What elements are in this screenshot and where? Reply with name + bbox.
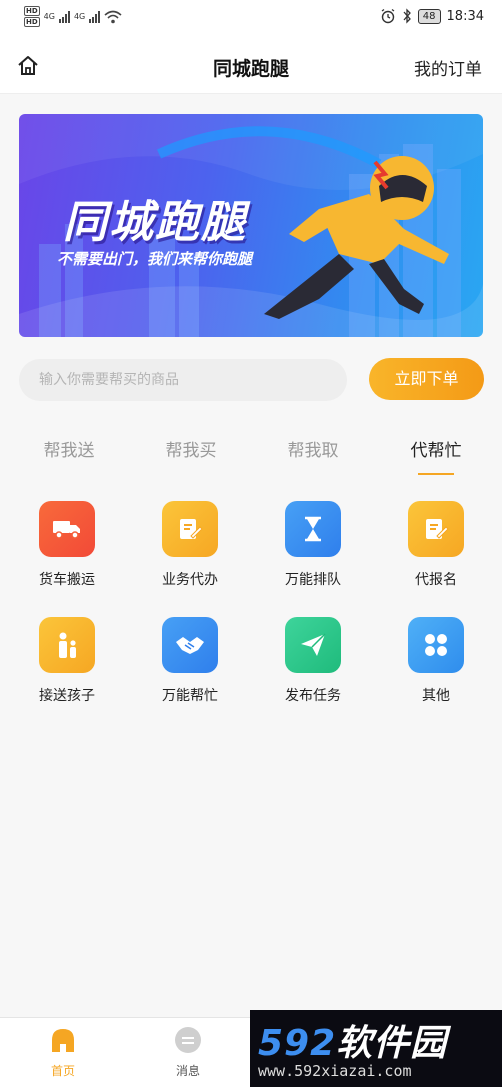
service-label: 其他 bbox=[422, 688, 450, 704]
search-box bbox=[19, 359, 347, 401]
tab-deliver[interactable]: 帮我送 bbox=[14, 436, 124, 461]
search-input[interactable] bbox=[19, 359, 347, 401]
tab-pickup[interactable]: 帮我取 bbox=[258, 436, 368, 461]
network-label-1: 4G bbox=[43, 12, 55, 21]
tab-help[interactable]: 代帮忙 bbox=[381, 436, 491, 461]
watermark-logo: 592软件园 www.592xiazai.com bbox=[250, 1010, 502, 1087]
signal-icon bbox=[58, 10, 70, 23]
tabbar-home-label: 首页 bbox=[50, 1064, 75, 1078]
watermark-text: 软件园 bbox=[336, 1023, 448, 1064]
tab-buy[interactable]: 帮我买 bbox=[136, 436, 246, 461]
service-label: 万能帮忙 bbox=[162, 688, 218, 704]
service-queue[interactable]: 万能排队 bbox=[258, 501, 368, 589]
service-help[interactable]: 万能帮忙 bbox=[135, 617, 245, 705]
tabbar-home[interactable]: 首页 bbox=[23, 1026, 103, 1079]
my-orders-link[interactable]: 我的订单 bbox=[414, 55, 482, 80]
service-label: 业务代办 bbox=[162, 572, 218, 588]
signup-icon bbox=[408, 501, 464, 557]
tabbar-messages-label: 消息 bbox=[175, 1064, 200, 1078]
banner-subtitle: 不需要出门，我们来帮你跑腿 bbox=[57, 250, 253, 268]
service-signup[interactable]: 代报名 bbox=[381, 501, 491, 589]
home-tab-icon bbox=[52, 1029, 74, 1052]
nav-bar: 同城跑腿 我的订单 bbox=[0, 36, 502, 94]
watermark-number: 592 bbox=[258, 1023, 337, 1064]
status-time: 18:34 bbox=[446, 8, 484, 24]
service-label: 接送孩子 bbox=[39, 688, 95, 704]
hd-label-2: HD bbox=[24, 17, 40, 27]
service-label: 代报名 bbox=[415, 572, 457, 588]
status-right: 48 18:34 bbox=[380, 8, 484, 24]
category-tabs: 帮我送 帮我买 帮我取 代帮忙 bbox=[0, 436, 502, 475]
promo-banner[interactable]: 同城跑腿 不需要出门，我们来帮你跑腿 bbox=[19, 114, 483, 337]
service-label: 货车搬运 bbox=[39, 572, 95, 588]
banner-title: 同城跑腿 bbox=[63, 197, 247, 248]
tabbar-messages[interactable]: 消息 bbox=[148, 1026, 228, 1079]
network-label-2: 4G bbox=[73, 12, 86, 21]
handshake-icon bbox=[162, 617, 218, 673]
watermark-brand: 592软件园 bbox=[258, 1014, 447, 1066]
service-label: 万能排队 bbox=[285, 572, 341, 588]
active-tab-indicator bbox=[418, 473, 454, 475]
hd-indicators: HD HD bbox=[24, 6, 40, 27]
hd-label-1: HD bbox=[24, 6, 40, 16]
signal-icon-2 bbox=[89, 10, 101, 23]
watermark-url: www.592xiazai.com bbox=[258, 1062, 412, 1080]
service-publish[interactable]: 发布任务 bbox=[258, 617, 368, 705]
service-kids[interactable]: 接送孩子 bbox=[12, 617, 122, 705]
bluetooth-icon bbox=[403, 8, 411, 24]
truck-icon bbox=[39, 501, 95, 557]
status-left: HD HD 4G 4G bbox=[24, 6, 122, 27]
service-other[interactable]: 其他 bbox=[381, 617, 491, 705]
grid-dots-icon bbox=[408, 617, 464, 673]
wifi-icon bbox=[104, 10, 122, 23]
service-label: 发布任务 bbox=[285, 688, 341, 704]
service-business[interactable]: 业务代办 bbox=[135, 501, 245, 589]
service-truck[interactable]: 货车搬运 bbox=[12, 501, 122, 589]
edit-note-icon bbox=[162, 501, 218, 557]
paper-plane-icon bbox=[285, 617, 341, 673]
status-bar: HD HD 4G 4G 48 18:34 bbox=[0, 0, 502, 36]
messages-tab-icon bbox=[175, 1027, 201, 1053]
battery-indicator: 48 bbox=[417, 8, 441, 24]
parent-child-icon bbox=[39, 617, 95, 673]
hourglass-icon bbox=[285, 501, 341, 557]
alarm-icon bbox=[381, 8, 395, 24]
order-now-button[interactable]: 立即下单 bbox=[369, 358, 484, 400]
